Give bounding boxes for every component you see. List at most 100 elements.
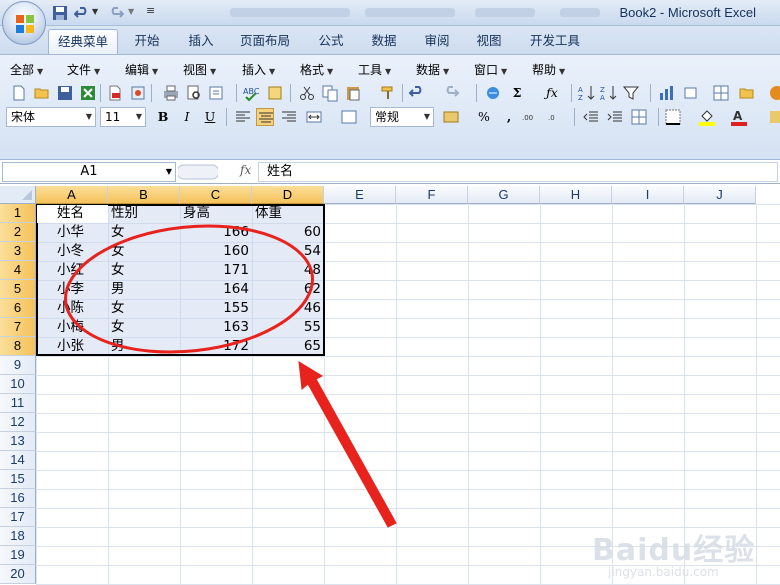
cell-c2[interactable]: 166 [180, 223, 252, 242]
tab-developer[interactable]: 开发工具 [522, 29, 588, 54]
redo-dropdown-icon[interactable]: ▼ [128, 7, 134, 16]
filter-icon[interactable] [622, 84, 640, 102]
cell-a3[interactable]: 小冬 [54, 242, 87, 261]
wrap-text-icon[interactable] [340, 108, 358, 126]
align-right-icon[interactable] [280, 108, 298, 126]
tab-view[interactable]: 视图 [466, 29, 512, 54]
tab-formulas[interactable]: 公式 [308, 29, 354, 54]
save-icon[interactable] [52, 5, 68, 21]
menu-data[interactable]: 数据 ▼ [416, 61, 449, 79]
menu-view[interactable]: 视图 ▼ [183, 61, 216, 79]
cell-b5[interactable]: 男 [108, 280, 128, 299]
tab-classic-menu[interactable]: 经典菜单 [48, 29, 118, 54]
print-icon[interactable] [162, 84, 180, 102]
permission-icon[interactable] [129, 84, 147, 102]
column-header-j[interactable]: J [684, 186, 756, 204]
row-header-11[interactable]: 11 [0, 394, 36, 413]
print-preview-icon[interactable] [185, 84, 203, 102]
menu-help[interactable]: 帮助 ▼ [532, 61, 565, 79]
cell-b7[interactable]: 女 [108, 318, 128, 337]
bold-button[interactable]: B [154, 108, 172, 126]
research-book-icon[interactable] [266, 84, 284, 102]
cell-a1[interactable]: 姓名 [54, 204, 87, 223]
cell-a4[interactable]: 小红 [54, 261, 87, 280]
cell-d2[interactable]: 60 [252, 223, 324, 242]
undo-icon[interactable] [74, 5, 90, 21]
row-header-12[interactable]: 12 [0, 413, 36, 432]
tab-insert[interactable]: 插入 [178, 29, 224, 54]
cut-icon[interactable] [298, 84, 316, 102]
cell-a8[interactable]: 小张 [54, 337, 87, 356]
cell-a6[interactable]: 小陈 [54, 299, 87, 318]
cell-d7[interactable]: 55 [252, 318, 324, 337]
column-header-g[interactable]: G [468, 186, 540, 204]
column-header-f[interactable]: F [396, 186, 468, 204]
office-button[interactable] [2, 1, 46, 45]
insert-function-icon[interactable]: fx [240, 163, 251, 177]
cell-c6[interactable]: 155 [180, 299, 252, 318]
pdf-icon[interactable] [106, 84, 124, 102]
cell-d1[interactable]: 体重 [252, 204, 285, 223]
increase-indent-icon[interactable] [606, 108, 624, 126]
column-header-d[interactable]: D [252, 186, 324, 204]
cell-style-icon[interactable] [630, 108, 648, 126]
cell-c5[interactable]: 164 [180, 280, 252, 299]
align-left-icon[interactable] [234, 108, 252, 126]
menu-window[interactable]: 窗口 ▼ [474, 61, 507, 79]
row-header-4[interactable]: 4 [0, 261, 36, 280]
sort-descending-icon[interactable]: ZA [600, 84, 618, 102]
cell-b1[interactable]: 性别 [108, 204, 141, 223]
comma-button[interactable]: , [500, 108, 518, 126]
font-size-select[interactable]: 11 ▼ [100, 107, 146, 127]
italic-button[interactable]: I [178, 108, 196, 126]
copy-icon[interactable] [321, 84, 339, 102]
increase-decimal-icon[interactable]: .00 [522, 108, 540, 126]
cell-d6[interactable]: 46 [252, 299, 324, 318]
cell-d4[interactable]: 48 [252, 261, 324, 280]
row-header-16[interactable]: 16 [0, 489, 36, 508]
customize-qat-icon[interactable]: ≡ [146, 4, 155, 17]
merge-center-icon[interactable] [305, 108, 323, 126]
column-header-a[interactable]: A [36, 186, 108, 204]
column-header-e[interactable]: E [324, 186, 396, 204]
save-icon[interactable] [56, 84, 74, 102]
menu-tools[interactable]: 工具 ▼ [358, 61, 391, 79]
tab-data[interactable]: 数据 [361, 29, 407, 54]
paste-icon[interactable] [344, 84, 362, 102]
menu-edit[interactable]: 编辑 ▼ [125, 61, 158, 79]
menu-format[interactable]: 格式 ▼ [300, 61, 333, 79]
cell-a2[interactable]: 小华 [54, 223, 87, 242]
number-format-select[interactable]: 常规 ▼ [370, 107, 434, 127]
excel-save-icon[interactable] [79, 84, 97, 102]
cell-c7[interactable]: 163 [180, 318, 252, 337]
folder-icon[interactable] [738, 84, 756, 102]
more-icon[interactable] [770, 108, 780, 126]
row-header-1[interactable]: 1 [0, 204, 36, 223]
undo-dropdown-icon[interactable]: ▼ [92, 7, 98, 16]
row-header-19[interactable]: 19 [0, 546, 36, 565]
column-header-h[interactable]: H [540, 186, 612, 204]
format-painter-icon[interactable] [379, 84, 397, 102]
decrease-decimal-icon[interactable]: .0 [548, 108, 566, 126]
hyperlink-icon[interactable] [484, 84, 502, 102]
spelling-icon[interactable]: ABC [242, 84, 260, 102]
cell-b4[interactable]: 女 [108, 261, 128, 280]
function-icon[interactable]: ƒx [543, 84, 561, 102]
decrease-indent-icon[interactable] [582, 108, 600, 126]
row-header-13[interactable]: 13 [0, 432, 36, 451]
open-folder-icon[interactable] [33, 84, 51, 102]
cell-c8[interactable]: 172 [180, 337, 252, 356]
row-header-9[interactable]: 9 [0, 356, 36, 375]
row-header-15[interactable]: 15 [0, 470, 36, 489]
cell-c1[interactable]: 身高 [180, 204, 213, 223]
column-header-i[interactable]: I [612, 186, 684, 204]
row-header-5[interactable]: 5 [0, 280, 36, 299]
cell-c3[interactable]: 160 [180, 242, 252, 261]
borders-icon[interactable] [664, 108, 682, 126]
menu-insert[interactable]: 插入 ▼ [242, 61, 275, 79]
menu-all[interactable]: 全部 ▼ [10, 61, 43, 79]
cell-b6[interactable]: 女 [108, 299, 128, 318]
cell-b2[interactable]: 女 [108, 223, 128, 242]
row-header-3[interactable]: 3 [0, 242, 36, 261]
tab-home[interactable]: 开始 [124, 29, 170, 54]
